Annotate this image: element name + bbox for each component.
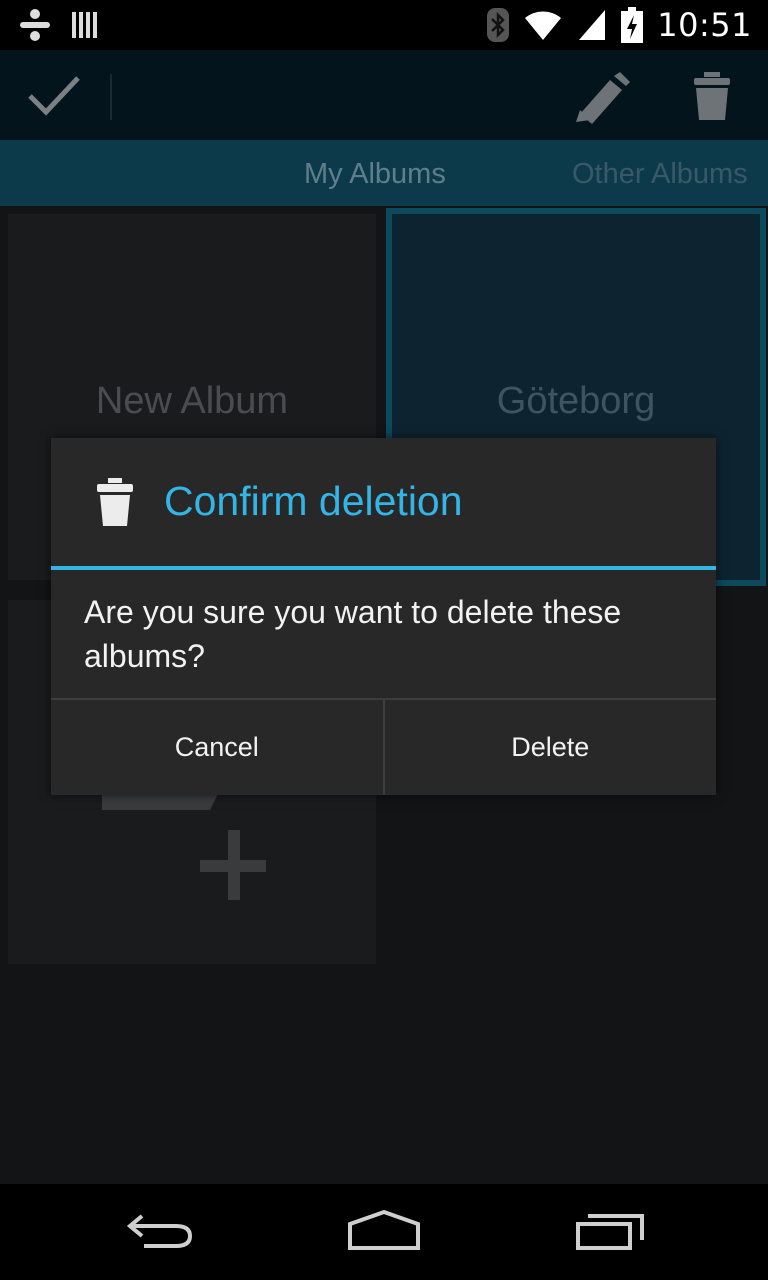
album-label: Göteborg xyxy=(496,380,656,422)
album-tabs: My Albums Other Albums xyxy=(0,140,768,206)
tab-my-albums[interactable]: My Albums xyxy=(304,158,446,191)
back-icon[interactable] xyxy=(124,1206,196,1258)
contextual-action-bar xyxy=(0,50,768,140)
album-label: New Album xyxy=(95,380,289,422)
dialog-header: Confirm deletion xyxy=(51,438,716,566)
tab-other-albums[interactable]: Other Albums xyxy=(572,158,748,191)
notification-icon xyxy=(20,9,50,41)
trash-icon[interactable] xyxy=(690,72,734,122)
delete-button[interactable]: Delete xyxy=(382,700,717,795)
dialog-title: Confirm deletion xyxy=(164,478,463,524)
pencil-icon[interactable] xyxy=(570,70,630,124)
clock: 10:51 xyxy=(657,6,752,44)
action-bar-divider xyxy=(110,74,112,120)
dialog-message: Are you sure you want to delete these al… xyxy=(84,594,622,674)
dialog-title-divider xyxy=(51,566,716,570)
recent-apps-icon[interactable] xyxy=(574,1206,646,1258)
navigation-bar xyxy=(0,1184,768,1280)
wifi-icon xyxy=(525,11,562,40)
home-icon[interactable] xyxy=(346,1206,422,1258)
signal-icon xyxy=(579,10,606,40)
battery-charging-icon xyxy=(621,7,644,43)
confirm-deletion-dialog: Confirm deletion Are you sure you want t… xyxy=(51,438,716,795)
bluetooth-icon xyxy=(487,8,510,42)
cancel-button[interactable]: Cancel xyxy=(51,700,383,795)
status-bar: 10:51 xyxy=(0,0,768,50)
trash-icon xyxy=(97,478,133,526)
check-icon[interactable] xyxy=(26,72,82,118)
dialog-button-bar: Cancel Delete xyxy=(51,698,716,795)
add-album-icon xyxy=(102,790,266,900)
barcode-icon xyxy=(72,12,97,38)
